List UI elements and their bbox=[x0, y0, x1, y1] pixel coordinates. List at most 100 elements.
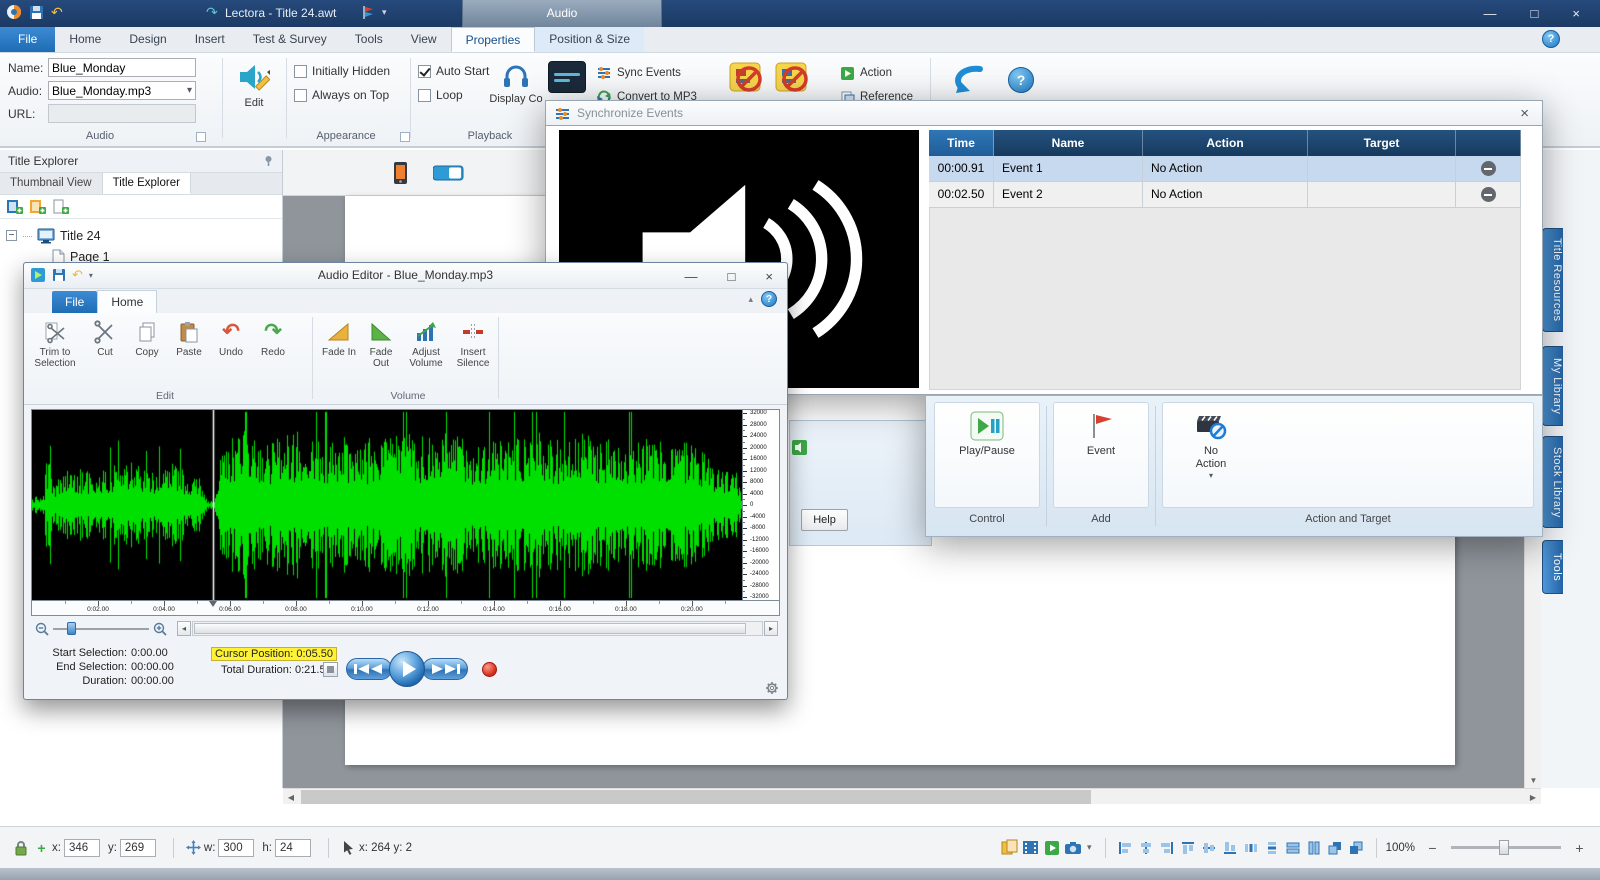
horizontal-scrollbar[interactable]: ◀ ▶ bbox=[283, 788, 1541, 804]
align-middle-icon[interactable] bbox=[1200, 838, 1219, 857]
tab-test-survey[interactable]: Test & Survey bbox=[239, 27, 341, 52]
settings-gear-icon[interactable] bbox=[765, 681, 779, 695]
appearance-group-launcher-icon[interactable] bbox=[400, 132, 410, 142]
add-event-button[interactable]: Event bbox=[1076, 403, 1126, 458]
fade-out-button[interactable]: Fade Out bbox=[362, 317, 400, 387]
add-page-button[interactable] bbox=[52, 198, 69, 215]
play-button[interactable] bbox=[389, 651, 425, 687]
align-center-icon[interactable] bbox=[1137, 838, 1156, 857]
editor-help-icon[interactable]: ? bbox=[761, 291, 777, 307]
audio-editor-titlebar[interactable]: ↶ ▾ Audio Editor - Blue_Monday.mp3 — □ × bbox=[24, 263, 787, 289]
tab-view[interactable]: View bbox=[397, 27, 451, 52]
tab-home[interactable]: Home bbox=[55, 27, 115, 52]
editor-minimize-button[interactable]: — bbox=[685, 269, 698, 284]
scroll-left-icon[interactable]: ◀ bbox=[283, 789, 299, 805]
zoom-slider-thumb[interactable] bbox=[67, 622, 76, 635]
wave-scroll-left-button[interactable]: ◂ bbox=[177, 621, 191, 636]
initially-hidden-checkbox[interactable]: Initially Hidden bbox=[294, 64, 390, 78]
same-height-icon[interactable] bbox=[1305, 838, 1324, 857]
phone-device-icon[interactable] bbox=[393, 161, 408, 185]
add-chapter-button[interactable] bbox=[6, 198, 23, 215]
column-header-time[interactable]: Time bbox=[929, 130, 994, 156]
side-tab-tools[interactable]: Tools bbox=[1542, 540, 1563, 594]
tab-file[interactable]: File bbox=[0, 27, 56, 52]
add-position-icon[interactable]: + bbox=[32, 838, 51, 857]
no-action-dropdown[interactable]: No Action ▾ bbox=[1179, 403, 1243, 480]
transitions-icon[interactable] bbox=[1000, 838, 1019, 857]
device-toggle[interactable] bbox=[433, 165, 465, 181]
copy-button[interactable]: Copy bbox=[126, 317, 168, 387]
paste-button[interactable]: Paste bbox=[168, 317, 210, 387]
side-tab-title-resources[interactable]: Title Resources bbox=[1542, 228, 1563, 332]
event-row-1[interactable]: 00:00.91 Event 1 No Action bbox=[929, 156, 1521, 182]
horizontal-scroll-thumb[interactable] bbox=[301, 790, 1091, 804]
audio-group-launcher-icon[interactable] bbox=[196, 132, 206, 142]
media-dropdown-icon[interactable]: ▾ bbox=[1087, 842, 1092, 853]
sync-events-button[interactable]: Sync Events bbox=[596, 63, 681, 83]
ribbon-help-icon[interactable]: ? bbox=[1008, 67, 1034, 93]
cut-button[interactable]: Cut bbox=[84, 317, 126, 387]
curved-arrow-icon[interactable] bbox=[944, 61, 988, 101]
ribbon-collapse-icon[interactable]: ▴ bbox=[748, 294, 753, 305]
height-field[interactable]: 24 bbox=[275, 838, 311, 857]
maximize-button[interactable]: □ bbox=[1531, 6, 1539, 21]
tab-tools[interactable]: Tools bbox=[341, 27, 397, 52]
pin-icon[interactable] bbox=[263, 155, 274, 167]
sync-close-button[interactable]: × bbox=[1516, 105, 1533, 122]
cursor-marker-icon[interactable] bbox=[209, 601, 218, 607]
display-controller-button[interactable]: Display Co bbox=[488, 60, 544, 106]
name-input[interactable] bbox=[48, 58, 196, 77]
tab-title-explorer[interactable]: Title Explorer bbox=[102, 173, 191, 194]
fade-in-button[interactable]: Fade In bbox=[320, 317, 358, 387]
column-header-name[interactable]: Name bbox=[994, 130, 1143, 156]
redo-button[interactable]: ↷ Redo bbox=[252, 317, 294, 387]
adjust-volume-button[interactable]: Adjust Volume bbox=[404, 317, 448, 387]
width-field[interactable]: 300 bbox=[218, 838, 255, 857]
same-width-icon[interactable] bbox=[1284, 838, 1303, 857]
flag-icon[interactable] bbox=[361, 5, 375, 20]
play-pause-button[interactable]: Play/Pause bbox=[949, 403, 1025, 458]
remove-event-button[interactable] bbox=[1480, 187, 1496, 202]
undo-button[interactable]: ↶ Undo bbox=[210, 317, 252, 387]
camera-icon[interactable] bbox=[1063, 838, 1082, 857]
main-help-icon[interactable]: ? bbox=[1542, 30, 1560, 48]
sync-titlebar[interactable]: Synchronize Events × bbox=[545, 100, 1543, 126]
column-header-action[interactable]: Action bbox=[1143, 130, 1308, 156]
tab-thumbnail-view[interactable]: Thumbnail View bbox=[0, 173, 103, 194]
zoom-slider[interactable] bbox=[1451, 840, 1561, 855]
controller-style-icon[interactable] bbox=[548, 61, 586, 93]
event-row-2[interactable]: 00:02.50 Event 2 No Action bbox=[929, 182, 1521, 208]
zoom-slider-thumb[interactable] bbox=[1499, 840, 1509, 855]
tab-design[interactable]: Design bbox=[115, 27, 180, 52]
record-button[interactable] bbox=[482, 661, 497, 677]
align-bottom-icon[interactable] bbox=[1221, 838, 1240, 857]
tab-insert[interactable]: Insert bbox=[181, 27, 239, 52]
zoom-in-icon[interactable] bbox=[153, 622, 167, 636]
preview-play-icon[interactable] bbox=[1042, 838, 1061, 857]
column-header-target[interactable]: Target bbox=[1308, 130, 1456, 156]
zoom-out-icon[interactable] bbox=[35, 622, 49, 636]
save-icon[interactable] bbox=[29, 5, 44, 20]
undo-icon[interactable]: ↶ bbox=[51, 3, 199, 21]
editor-close-button[interactable]: × bbox=[765, 269, 773, 284]
edit-audio-button[interactable]: Edit bbox=[228, 60, 280, 110]
loop-checkbox[interactable]: Loop bbox=[418, 88, 463, 102]
align-top-icon[interactable] bbox=[1179, 838, 1198, 857]
distribute-horizontal-icon[interactable] bbox=[1242, 838, 1261, 857]
waveform-zoom-slider[interactable] bbox=[53, 621, 149, 636]
bring-to-front-icon[interactable] bbox=[1326, 838, 1345, 857]
lock-icon[interactable] bbox=[11, 838, 30, 857]
lectora-logo-icon[interactable] bbox=[6, 4, 22, 20]
editor-tab-home[interactable]: Home bbox=[97, 290, 158, 313]
send-to-back-icon[interactable] bbox=[1347, 838, 1366, 857]
wave-scroll-thumb[interactable] bbox=[194, 623, 746, 634]
zoom-in-button[interactable]: + bbox=[1570, 838, 1589, 857]
editor-maximize-button[interactable]: □ bbox=[728, 269, 736, 284]
tab-properties[interactable]: Properties bbox=[450, 27, 536, 52]
trim-button[interactable]: Trim to Selection bbox=[30, 317, 80, 387]
add-section-button[interactable] bbox=[29, 198, 46, 215]
always-on-top-checkbox[interactable]: Always on Top bbox=[294, 88, 389, 102]
action-button[interactable]: Action bbox=[840, 63, 892, 83]
insert-silence-button[interactable]: Insert Silence bbox=[452, 317, 494, 387]
collapse-icon[interactable]: − bbox=[6, 230, 17, 241]
